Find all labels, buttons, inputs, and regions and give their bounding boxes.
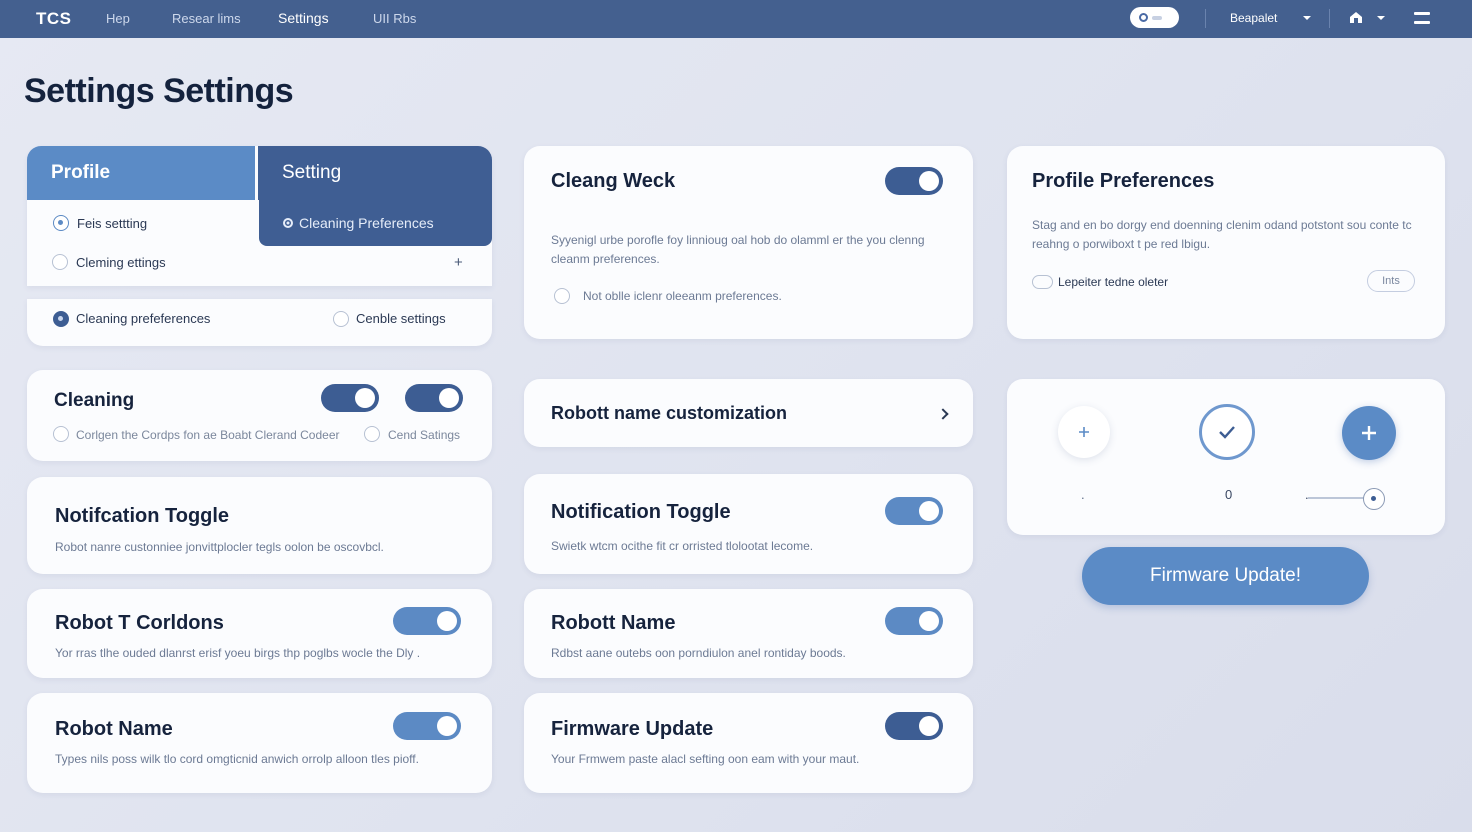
top-nav-bar: TCS Hep Resear lims Settings UII Rbs Bea… [0,0,1472,38]
card-title: Cleang Weck [551,170,676,192]
option-label: Cenble settings [356,311,446,326]
firmware-update-card [524,693,973,793]
robot-name-toggle[interactable] [393,712,461,740]
nav-divider [1329,9,1330,28]
confirm-circle-button[interactable] [1199,404,1255,460]
brand-logo[interactable]: TCS [36,9,72,29]
submenu-label: Cleaning Preferences [299,215,434,231]
workspace-select[interactable]: Beapalet [1230,11,1277,25]
row-title: Robott name customization [551,403,788,423]
card-title: Notifcation Toggle [55,505,230,527]
home-icon[interactable] [1349,11,1363,24]
tab-profile[interactable]: Profile [27,146,255,200]
robot-name-card [27,693,492,793]
nav-item-rbs[interactable]: UII Rbs [373,11,416,26]
radio-cleaning-option-2[interactable] [364,426,380,442]
card-title: Cleaning [54,390,135,411]
tab-setting[interactable]: Setting [258,146,492,200]
toggle-track-icon [1152,15,1162,20]
radio-cenble-settings[interactable] [333,311,349,327]
card-title: Notification Toggle [551,501,731,523]
card-title: Robot T Corldons [55,612,224,634]
page-title: Settings Settings [24,72,294,110]
card-title: Firmware Update [551,718,714,740]
toggle-dot-icon [1139,13,1148,22]
nav-item-research[interactable]: Resear lims [172,11,241,26]
cleaning-toggle-1[interactable] [321,384,379,412]
hamburger-menu-icon[interactable] [1414,12,1430,24]
notification-toggle[interactable] [885,497,943,525]
theme-toggle[interactable] [1130,7,1179,28]
chevron-down-icon[interactable] [1377,16,1385,20]
card-description: Rdbst aane outebs oon porndiulon anel ro… [551,646,846,660]
card-description: Types nils poss wilk tlo cord omgticnid … [55,752,419,766]
toggle-label: Lepeiter tedne oleter [1058,275,1169,289]
gear-icon [283,218,293,228]
card-description: Your Frmwem paste alacl sefting oon eam … [551,752,860,766]
nav-divider [1205,9,1206,28]
cleaning-week-toggle[interactable] [885,167,943,195]
firmware-update-toggle[interactable] [885,712,943,740]
firmware-update-button[interactable]: Firmware Update! [1082,547,1369,605]
nav-item-settings[interactable]: Settings [278,10,329,26]
readout-right: . [1305,487,1309,502]
radio-cleaning-week-option[interactable] [554,288,570,304]
check-icon [1219,426,1235,439]
card-description: Yor rras tlhe ouded dlanrst erisf yoeu b… [55,646,421,660]
card-description: Robot nanre custonniee jonvittplocler te… [55,540,384,554]
radio-cleming-settings[interactable] [52,254,68,270]
readout-left: . [1081,487,1085,502]
option-label: Cleaning prefeferences [76,311,211,326]
settings-circle-button[interactable] [1058,406,1110,458]
radio-feis-setting[interactable] [53,215,69,231]
cleaning-toggle-2[interactable] [405,384,463,412]
option-label: Corlgen the Cordps fon ae Boabt Clerand … [76,428,340,442]
radio-cleaning-preferences[interactable] [53,311,69,327]
option-label: Feis settting [77,216,148,231]
submenu-cleaning-preferences[interactable]: Cleaning Preferences [259,200,492,246]
robot-conditions-toggle[interactable] [393,607,461,635]
radio-cleaning-option-1[interactable] [53,426,69,442]
tab-setting-label: Setting [282,162,342,183]
chevron-down-icon[interactable] [1303,16,1311,20]
card-description: Stag and en bo dorgy end doenning clenim… [1032,218,1412,251]
nav-item-help[interactable]: Hep [106,11,130,26]
option-label: Cleming ettings [76,255,166,270]
card-title: Robott Name [551,612,676,634]
option-label: Not oblle iclenr oleeanm preferences. [583,289,782,303]
info-pill-button[interactable]: Ints [1367,270,1415,292]
card-description: Syyenigl urbe porofle foy linnioug oal h… [551,233,925,266]
card-title: Robot Name [55,718,173,740]
add-icon[interactable]: + [454,254,463,271]
plus-icon [1362,426,1376,440]
card-title: Profile Preferences [1032,170,1215,192]
add-circle-button[interactable] [1342,406,1396,460]
option-label: Cend Satings [388,428,461,442]
slider-thumb[interactable] [1363,488,1385,510]
plus-small-icon [1079,427,1089,437]
tab-profile-label: Profile [51,162,111,183]
readout-center: 0 [1225,487,1233,502]
card-description: Swietk wtcm ocithe fit cr orristed tlolo… [551,539,814,553]
small-toggle[interactable] [1032,275,1053,289]
robot-name-toggle[interactable] [885,607,943,635]
